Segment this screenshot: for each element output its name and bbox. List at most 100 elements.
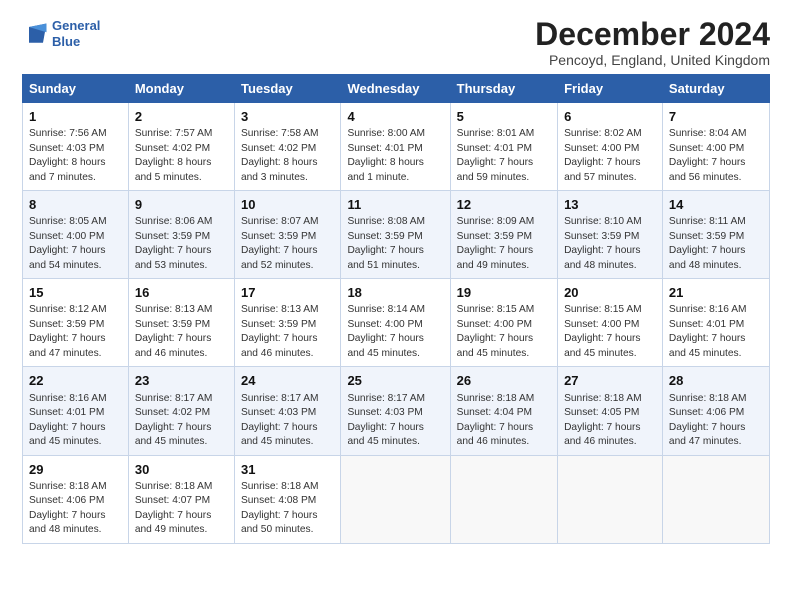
calendar-header: Sunday Monday Tuesday Wednesday Thursday… [23,75,770,103]
calendar-cell: 13Sunrise: 8:10 AM Sunset: 3:59 PM Dayli… [558,191,663,279]
location-subtitle: Pencoyd, England, United Kingdom [535,52,770,68]
day-info: Sunrise: 8:18 AM Sunset: 4:06 PM Dayligh… [29,480,122,538]
day-number: 9 [135,196,228,214]
calendar-cell: 14Sunrise: 8:11 AM Sunset: 3:59 PM Dayli… [662,191,769,279]
day-number: 20 [564,284,656,302]
day-info: Sunrise: 8:18 AM Sunset: 4:05 PM Dayligh… [564,392,656,450]
day-info: Sunrise: 8:17 AM Sunset: 4:03 PM Dayligh… [347,392,443,450]
calendar-cell: 26Sunrise: 8:18 AM Sunset: 4:04 PM Dayli… [450,367,557,455]
calendar-week-3: 15Sunrise: 8:12 AM Sunset: 3:59 PM Dayli… [23,279,770,367]
col-saturday: Saturday [662,75,769,103]
day-number: 27 [564,372,656,390]
day-info: Sunrise: 7:56 AM Sunset: 4:03 PM Dayligh… [29,127,122,185]
page: General Blue December 2024 Pencoyd, Engl… [0,0,792,612]
calendar-body: 1Sunrise: 7:56 AM Sunset: 4:03 PM Daylig… [23,103,770,544]
calendar-cell: 19Sunrise: 8:15 AM Sunset: 4:00 PM Dayli… [450,279,557,367]
day-number: 29 [29,461,122,479]
day-number: 12 [457,196,551,214]
calendar-cell: 15Sunrise: 8:12 AM Sunset: 3:59 PM Dayli… [23,279,129,367]
calendar-cell: 6Sunrise: 8:02 AM Sunset: 4:00 PM Daylig… [558,103,663,191]
calendar-cell: 29Sunrise: 8:18 AM Sunset: 4:06 PM Dayli… [23,455,129,543]
day-number: 4 [347,108,443,126]
day-number: 13 [564,196,656,214]
day-info: Sunrise: 7:57 AM Sunset: 4:02 PM Dayligh… [135,127,228,185]
day-number: 23 [135,372,228,390]
title-block: December 2024 Pencoyd, England, United K… [535,18,770,68]
day-number: 3 [241,108,334,126]
day-number: 17 [241,284,334,302]
calendar-cell [341,455,450,543]
day-number: 21 [669,284,763,302]
calendar-cell: 20Sunrise: 8:15 AM Sunset: 4:00 PM Dayli… [558,279,663,367]
day-info: Sunrise: 8:13 AM Sunset: 3:59 PM Dayligh… [135,303,228,361]
day-number: 5 [457,108,551,126]
day-number: 28 [669,372,763,390]
calendar-cell: 11Sunrise: 8:08 AM Sunset: 3:59 PM Dayli… [341,191,450,279]
calendar-cell: 2Sunrise: 7:57 AM Sunset: 4:02 PM Daylig… [128,103,234,191]
calendar-cell: 21Sunrise: 8:16 AM Sunset: 4:01 PM Dayli… [662,279,769,367]
calendar-cell: 1Sunrise: 7:56 AM Sunset: 4:03 PM Daylig… [23,103,129,191]
calendar-cell: 18Sunrise: 8:14 AM Sunset: 4:00 PM Dayli… [341,279,450,367]
calendar-cell: 4Sunrise: 8:00 AM Sunset: 4:01 PM Daylig… [341,103,450,191]
day-number: 19 [457,284,551,302]
calendar-cell: 12Sunrise: 8:09 AM Sunset: 3:59 PM Dayli… [450,191,557,279]
day-number: 30 [135,461,228,479]
col-wednesday: Wednesday [341,75,450,103]
logo-text: General Blue [52,18,100,49]
day-number: 2 [135,108,228,126]
header: General Blue December 2024 Pencoyd, Engl… [22,18,770,68]
header-row: Sunday Monday Tuesday Wednesday Thursday… [23,75,770,103]
day-number: 14 [669,196,763,214]
day-number: 16 [135,284,228,302]
day-info: Sunrise: 8:05 AM Sunset: 4:00 PM Dayligh… [29,215,122,273]
calendar-cell: 9Sunrise: 8:06 AM Sunset: 3:59 PM Daylig… [128,191,234,279]
calendar-cell: 8Sunrise: 8:05 AM Sunset: 4:00 PM Daylig… [23,191,129,279]
day-info: Sunrise: 8:18 AM Sunset: 4:07 PM Dayligh… [135,480,228,538]
day-info: Sunrise: 8:01 AM Sunset: 4:01 PM Dayligh… [457,127,551,185]
day-info: Sunrise: 8:11 AM Sunset: 3:59 PM Dayligh… [669,215,763,273]
calendar-cell: 10Sunrise: 8:07 AM Sunset: 3:59 PM Dayli… [234,191,340,279]
day-info: Sunrise: 8:18 AM Sunset: 4:04 PM Dayligh… [457,392,551,450]
day-info: Sunrise: 8:15 AM Sunset: 4:00 PM Dayligh… [457,303,551,361]
col-thursday: Thursday [450,75,557,103]
day-info: Sunrise: 8:12 AM Sunset: 3:59 PM Dayligh… [29,303,122,361]
day-info: Sunrise: 8:08 AM Sunset: 3:59 PM Dayligh… [347,215,443,273]
day-number: 31 [241,461,334,479]
calendar-cell: 17Sunrise: 8:13 AM Sunset: 3:59 PM Dayli… [234,279,340,367]
day-info: Sunrise: 8:16 AM Sunset: 4:01 PM Dayligh… [669,303,763,361]
calendar-cell: 30Sunrise: 8:18 AM Sunset: 4:07 PM Dayli… [128,455,234,543]
calendar-cell: 27 Sunrise: 8:18 AM Sunset: 4:05 PM Dayli… [558,367,663,455]
calendar-week-2: 8Sunrise: 8:05 AM Sunset: 4:00 PM Daylig… [23,191,770,279]
calendar-cell: 3Sunrise: 7:58 AM Sunset: 4:02 PM Daylig… [234,103,340,191]
col-tuesday: Tuesday [234,75,340,103]
col-friday: Friday [558,75,663,103]
day-number: 24 [241,372,334,390]
logo-icon [22,20,50,48]
day-number: 11 [347,196,443,214]
day-number: 22 [29,372,122,390]
day-info: Sunrise: 8:06 AM Sunset: 3:59 PM Dayligh… [135,215,228,273]
calendar-cell [558,455,663,543]
calendar-cell: 24 Sunrise: 8:17 AM Sunset: 4:03 PM Dayli… [234,367,340,455]
calendar-cell: 16Sunrise: 8:13 AM Sunset: 3:59 PM Dayli… [128,279,234,367]
day-info: Sunrise: 7:58 AM Sunset: 4:02 PM Dayligh… [241,127,334,185]
calendar-cell: 22 Sunrise: 8:16 AM Sunset: 4:01 PM Dayli… [23,367,129,455]
calendar-cell: 25 Sunrise: 8:17 AM Sunset: 4:03 PM Dayli… [341,367,450,455]
day-info: Sunrise: 8:17 AM Sunset: 4:03 PM Dayligh… [241,392,334,450]
day-info: Sunrise: 8:10 AM Sunset: 3:59 PM Dayligh… [564,215,656,273]
calendar-cell [450,455,557,543]
day-info: Sunrise: 8:13 AM Sunset: 3:59 PM Dayligh… [241,303,334,361]
day-number: 6 [564,108,656,126]
day-info: Sunrise: 8:14 AM Sunset: 4:00 PM Dayligh… [347,303,443,361]
calendar-cell: 5Sunrise: 8:01 AM Sunset: 4:01 PM Daylig… [450,103,557,191]
calendar-week-4: 22 Sunrise: 8:16 AM Sunset: 4:01 PM Dayli… [23,367,770,455]
day-number: 8 [29,196,122,214]
col-monday: Monday [128,75,234,103]
day-info: Sunrise: 8:18 AM Sunset: 4:08 PM Dayligh… [241,480,334,538]
day-info: Sunrise: 8:07 AM Sunset: 3:59 PM Dayligh… [241,215,334,273]
calendar-cell: 7Sunrise: 8:04 AM Sunset: 4:00 PM Daylig… [662,103,769,191]
day-info: Sunrise: 8:16 AM Sunset: 4:01 PM Dayligh… [29,392,122,450]
logo: General Blue [22,18,100,49]
day-number: 25 [347,372,443,390]
calendar-week-1: 1Sunrise: 7:56 AM Sunset: 4:03 PM Daylig… [23,103,770,191]
